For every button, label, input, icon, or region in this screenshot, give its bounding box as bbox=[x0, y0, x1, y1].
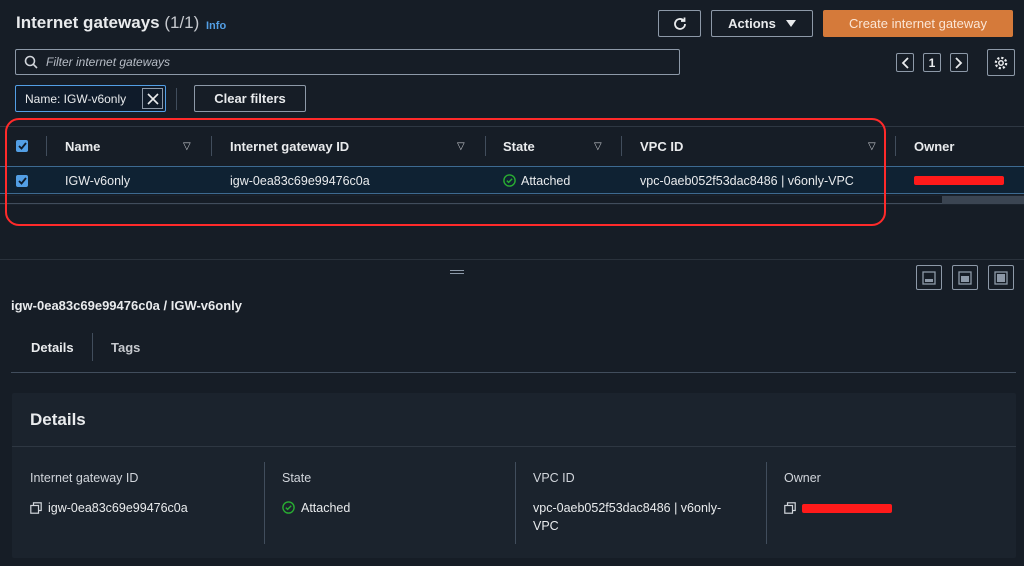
cell-vpc-id[interactable]: vpc-0aeb052f53dac8486 | v6only-VPC bbox=[640, 167, 854, 194]
select-all-checkbox[interactable] bbox=[16, 127, 28, 165]
column-divider bbox=[211, 136, 212, 156]
tab-details[interactable]: Details bbox=[31, 332, 74, 362]
state-value: Attached bbox=[301, 501, 351, 515]
sort-down-icon[interactable]: ▽ bbox=[457, 141, 465, 152]
column-header-gateway-id[interactable]: Internet gateway ID bbox=[230, 127, 349, 165]
cell-name: IGW-v6only bbox=[65, 173, 131, 188]
field-value: vpc-0aeb052f53dac8486 | v6only-VPC bbox=[533, 499, 743, 535]
field-label: Owner bbox=[784, 471, 821, 485]
table-row[interactable]: IGW-v6only igw-0ea83c69e99476c0a Attache… bbox=[0, 166, 1024, 194]
actions-label: Actions bbox=[728, 16, 776, 31]
column-header-vpc-id[interactable]: VPC ID bbox=[640, 127, 683, 165]
gateway-id-value: igw-0ea83c69e99476c0a bbox=[48, 501, 188, 515]
horizontal-scrollbar-end bbox=[942, 196, 1024, 204]
field-label: State bbox=[282, 471, 312, 485]
field-gateway-id: Internet gateway ID igw-0ea83c69e99476c0… bbox=[30, 462, 250, 544]
column-divider bbox=[621, 136, 622, 156]
cell-owner bbox=[914, 167, 1004, 194]
copy-icon[interactable] bbox=[784, 502, 796, 514]
row-check bbox=[16, 174, 28, 187]
panel-bottom-button[interactable] bbox=[916, 265, 942, 290]
drag-handle-icon[interactable] bbox=[450, 270, 464, 274]
column-header-state[interactable]: State bbox=[503, 127, 535, 165]
preferences-button[interactable] bbox=[987, 49, 1015, 76]
search-icon bbox=[24, 55, 38, 69]
sort-down-icon[interactable]: ▽ bbox=[868, 141, 876, 152]
create-internet-gateway-button[interactable]: Create internet gateway bbox=[823, 10, 1013, 37]
details-card-divider bbox=[12, 446, 1016, 447]
remove-filter-button[interactable] bbox=[142, 88, 163, 109]
sort-down-icon[interactable]: ▽ bbox=[594, 141, 602, 152]
column-divider bbox=[766, 462, 767, 544]
success-check-icon bbox=[282, 501, 295, 514]
redacted-owner-mark bbox=[802, 504, 892, 513]
info-link[interactable]: Info bbox=[206, 20, 226, 32]
tab-tags[interactable]: Tags bbox=[111, 332, 140, 362]
sort-down-icon[interactable]: ▽ bbox=[183, 141, 191, 152]
horizontal-scrollbar-thumb[interactable] bbox=[0, 196, 942, 204]
field-value: Attached bbox=[282, 499, 502, 517]
field-value: igw-0ea83c69e99476c0a bbox=[30, 499, 250, 517]
panel-bottom-icon bbox=[922, 270, 936, 285]
filter-search-box[interactable] bbox=[15, 49, 680, 75]
page-title-text: Internet gateways bbox=[16, 13, 160, 32]
checkmark-icon bbox=[17, 142, 27, 150]
column-divider bbox=[895, 136, 896, 156]
column-divider bbox=[264, 462, 265, 544]
filter-token: Name: IGW-v6only bbox=[15, 85, 166, 112]
panel-full-button[interactable] bbox=[988, 265, 1014, 290]
chevron-right-icon bbox=[955, 56, 963, 69]
page-number[interactable]: 1 bbox=[923, 53, 941, 72]
field-label: Internet gateway ID bbox=[30, 471, 139, 485]
copy-icon[interactable] bbox=[30, 502, 42, 514]
actions-button[interactable]: Actions bbox=[711, 10, 813, 37]
field-label: VPC ID bbox=[533, 471, 575, 485]
cell-gateway-id[interactable]: igw-0ea83c69e99476c0a bbox=[230, 167, 370, 194]
refresh-icon bbox=[673, 17, 686, 30]
chevron-left-icon bbox=[901, 56, 909, 69]
success-check-icon bbox=[503, 174, 516, 187]
search-input[interactable] bbox=[46, 55, 646, 69]
column-header-owner[interactable]: Owner bbox=[914, 127, 954, 165]
field-state: State Attached bbox=[264, 462, 502, 544]
tab-divider bbox=[92, 333, 93, 361]
panel-side-button[interactable] bbox=[952, 265, 978, 290]
state-text: Attached bbox=[521, 173, 571, 188]
panel-side-icon bbox=[958, 270, 972, 285]
detail-panel-title: igw-0ea83c69e99476c0a / IGW-v6only bbox=[11, 298, 242, 313]
cell-state: Attached bbox=[503, 167, 570, 194]
vpc-id-link[interactable]: vpc-0aeb052f53dac8486 | v6only-VPC bbox=[533, 499, 743, 535]
redacted-owner-mark bbox=[914, 176, 1004, 185]
filter-token-label: Name: IGW-v6only bbox=[25, 91, 127, 106]
checkmark-icon bbox=[17, 176, 27, 185]
selection-count: (1/1) bbox=[164, 13, 200, 32]
field-value bbox=[784, 499, 1004, 514]
caret-down-icon bbox=[785, 19, 796, 27]
previous-page-button[interactable] bbox=[896, 53, 914, 72]
column-header-name[interactable]: Name bbox=[65, 127, 100, 165]
split-panel-divider bbox=[0, 259, 1024, 260]
page-title: Internet gateways (1/1) bbox=[16, 13, 199, 33]
refresh-button[interactable] bbox=[658, 10, 701, 37]
close-icon bbox=[146, 92, 159, 105]
column-divider bbox=[515, 462, 516, 544]
select-all-check bbox=[16, 140, 28, 152]
column-divider bbox=[485, 136, 486, 156]
panel-full-icon bbox=[994, 270, 1008, 285]
filter-divider bbox=[176, 88, 177, 110]
clear-filters-button[interactable]: Clear filters bbox=[194, 85, 306, 112]
field-owner: Owner bbox=[766, 462, 1004, 544]
row-checkbox[interactable] bbox=[16, 167, 28, 194]
table-header: Name ▽ Internet gateway ID ▽ State ▽ VPC… bbox=[0, 127, 1024, 165]
tabs-underline bbox=[11, 372, 1016, 373]
field-vpc-id: VPC ID vpc-0aeb052f53dac8486 | v6only-VP… bbox=[515, 462, 743, 544]
column-divider bbox=[46, 136, 47, 156]
next-page-button[interactable] bbox=[950, 53, 968, 72]
details-card-title: Details bbox=[30, 410, 86, 429]
gear-icon bbox=[994, 56, 1008, 69]
